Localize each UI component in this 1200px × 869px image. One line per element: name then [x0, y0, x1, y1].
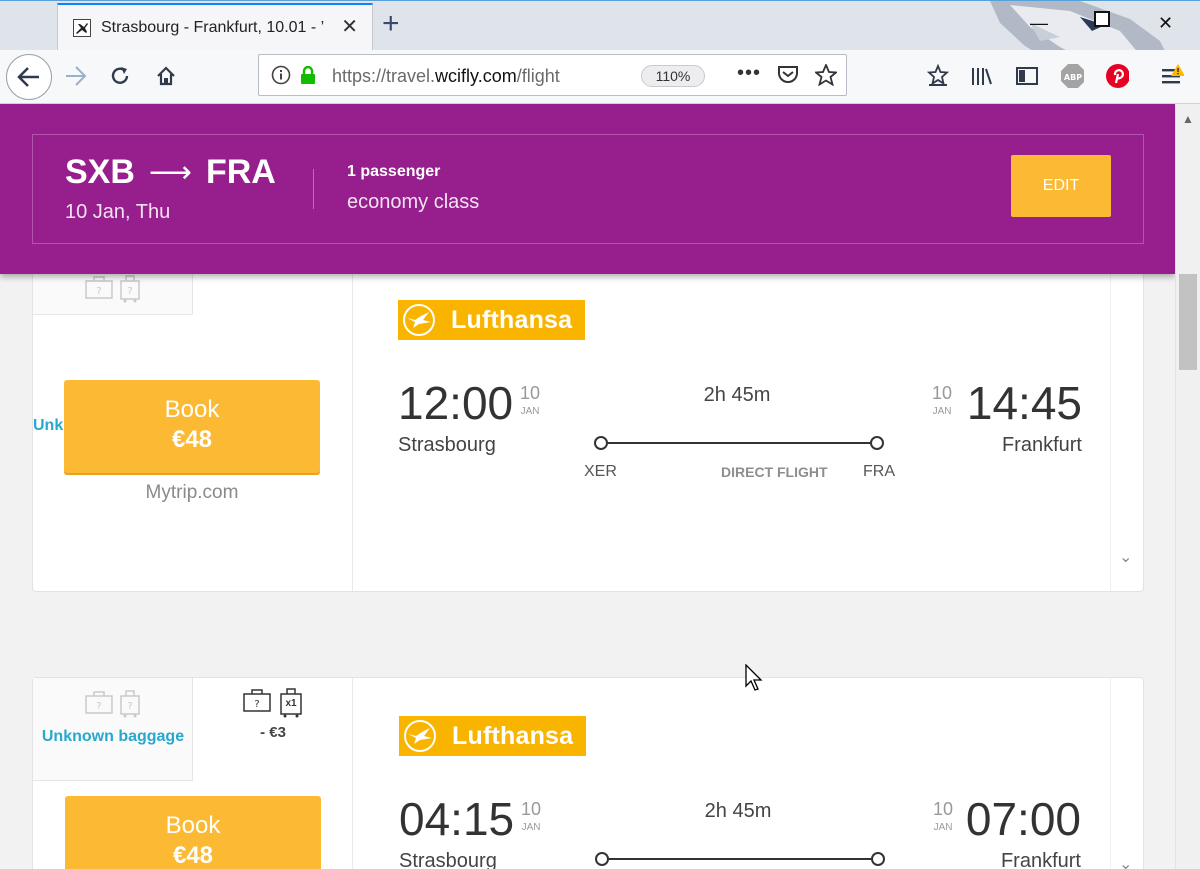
svg-text:ABP: ABP [1064, 73, 1082, 82]
departure-city: Strasbourg [398, 434, 496, 456]
origin-code: SXB [65, 153, 135, 191]
reload-icon[interactable] [108, 64, 132, 88]
arrival-city: Frankfurt [1000, 850, 1081, 869]
baggage-unknown-label[interactable]: Unknown baggage [33, 726, 193, 748]
book-button[interactable]: Book €48 [64, 380, 320, 473]
cabin-bag-unknown-icon: ? [85, 690, 113, 723]
svg-text:?: ? [96, 701, 101, 712]
back-arrow-icon [17, 67, 39, 87]
new-tab-icon[interactable]: + [382, 9, 400, 39]
chevron-down-icon: ⌄ [1119, 856, 1133, 869]
route-arrow-icon: ⟶ [148, 156, 192, 189]
close-window-icon[interactable]: ✕ [1158, 13, 1173, 34]
address-bar[interactable]: https://travel.wcifly.com/flight 110% ••… [258, 54, 847, 96]
cabin-class: economy class [347, 191, 480, 213]
url-text: https://travel.wcifly.com/flight [332, 66, 560, 86]
departure-airport: XER [584, 463, 617, 480]
tab-close-icon[interactable]: ✕ [341, 17, 358, 37]
bookmarks-star-menu-icon[interactable] [926, 64, 950, 88]
baggage-option[interactable]: ? x1 - €3 [193, 678, 353, 768]
flight-duration: 2h 45m [703, 384, 771, 406]
baggage-price: - €3 [260, 724, 286, 741]
airline-name: Lufthansa [451, 305, 573, 334]
bag-count: x1 [285, 698, 297, 709]
sidebar-icon[interactable] [1015, 64, 1039, 88]
destination-code: FRA [205, 153, 276, 191]
book-button[interactable]: Book €48 [65, 796, 321, 869]
booking-column: ? ? Unknown baggage ? x1 [33, 678, 353, 869]
checked-bag-unknown-icon: ? [119, 690, 141, 723]
mouse-cursor-icon [745, 664, 763, 691]
svg-text:?: ? [127, 701, 132, 712]
lufthansa-crane-icon [403, 304, 435, 336]
page-viewport: SXB ⟶ FRA 10 Jan, Thu 1 passenger econom… [0, 104, 1175, 869]
airline-logo: Lufthansa [398, 300, 585, 340]
search-summary-header: SXB ⟶ FRA 10 Jan, Thu 1 passenger econom… [0, 104, 1175, 274]
passenger-count: 1 passenger [347, 163, 441, 180]
cabin-bag-icon: ? [243, 688, 271, 723]
forward-icon[interactable] [64, 64, 88, 88]
booking-agency[interactable]: Mytrip.com [64, 482, 320, 504]
arrival-airport: FRA [863, 463, 895, 480]
expand-details-button[interactable]: ⌄ [1110, 678, 1143, 869]
arrival-city: Frankfurt [1001, 434, 1082, 456]
scrollbar-thumb[interactable] [1179, 274, 1197, 370]
baggage-info[interactable]: ? ? Unknown baggage [33, 678, 193, 781]
zoom-level-badge[interactable]: 110% [641, 65, 705, 87]
airplane-icon [72, 18, 92, 38]
edit-search-button[interactable]: EDIT [1011, 155, 1111, 217]
divider [313, 169, 314, 209]
departure-time: 04:15 [399, 793, 515, 845]
secure-lock-icon [299, 65, 317, 90]
maximize-icon[interactable] [1094, 11, 1110, 32]
bookmark-star-icon[interactable] [813, 62, 839, 91]
adblock-plus-icon[interactable]: ABP [1060, 64, 1084, 88]
arrival-time: 14:45 [966, 377, 1082, 429]
minimize-icon[interactable]: — [1030, 13, 1048, 34]
departure-date: 10 JAN [521, 799, 542, 833]
flight-result-1-visible: Book €48 Mytrip.com Lufthansa 12:00 10 JA… [32, 260, 1144, 590]
checked-bag-icon: x1 [279, 688, 303, 723]
departure-time: 12:00 [398, 377, 514, 429]
arrival-date: 10 JAN [933, 799, 954, 833]
arrival-date: 10 JAN [932, 383, 953, 417]
price: €48 [172, 842, 214, 869]
back-button[interactable] [6, 54, 52, 100]
menu-hamburger-icon[interactable] [1160, 64, 1184, 88]
page-scrollbar[interactable]: ▲ [1175, 104, 1200, 869]
library-icon[interactable] [970, 64, 994, 88]
price: €48 [171, 426, 213, 453]
airline-logo: Lufthansa [399, 716, 586, 756]
browser-tab-strip: Strasbourg - Frankfurt, 10.01 - ’ ✕ + — … [0, 0, 1200, 105]
stops-label: DIRECT FLIGHT [721, 464, 828, 480]
pocket-icon[interactable] [777, 64, 799, 91]
home-icon[interactable] [154, 64, 178, 88]
route: SXB ⟶ FRA [65, 153, 276, 192]
lufthansa-crane-icon [404, 720, 436, 752]
tab-title: Strasbourg - Frankfurt, 10.01 - ’ [101, 19, 325, 36]
svg-text:?: ? [254, 699, 259, 710]
departure-city: Strasbourg [399, 850, 497, 869]
flight-path-line [594, 436, 884, 450]
scroll-up-arrow-icon[interactable]: ▲ [1182, 112, 1194, 126]
site-info-icon[interactable] [271, 65, 291, 90]
search-summary-box: SXB ⟶ FRA 10 Jan, Thu 1 passenger econom… [32, 134, 1144, 244]
flight-path-line [595, 852, 885, 866]
browser-navigation-bar: https://travel.wcifly.com/flight 110% ••… [0, 50, 1200, 104]
flight-duration: 2h 45m [704, 800, 772, 822]
flight-result-card: ? ? Unknown baggage ? x1 [32, 677, 1144, 869]
page-actions-icon[interactable]: ••• [737, 63, 761, 91]
browser-tab-active[interactable]: Strasbourg - Frankfurt, 10.01 - ’ ✕ [57, 3, 373, 51]
airline-name: Lufthansa [452, 721, 574, 750]
departure-date: 10 JAN [520, 383, 541, 417]
pinterest-icon[interactable] [1105, 64, 1129, 88]
arrival-time: 07:00 [965, 793, 1081, 845]
travel-date: 10 Jan, Thu [65, 201, 171, 223]
